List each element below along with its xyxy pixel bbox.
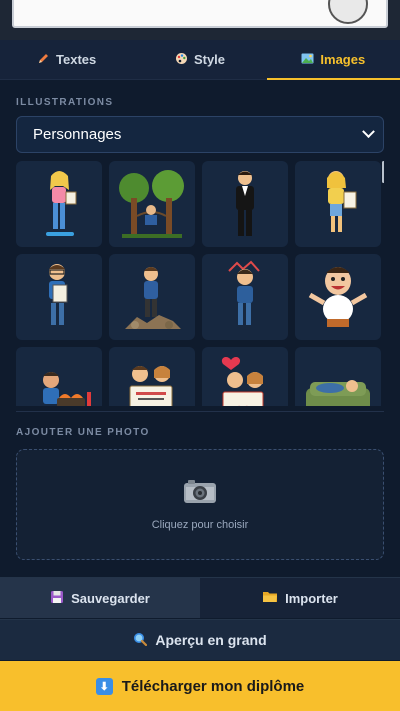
upload-hint: Cliquez pour choisir [151, 519, 249, 531]
chevron-down-icon [362, 125, 375, 139]
save-import-bar: Sauvegarder Importer [0, 577, 400, 618]
tab-textes-label: Textes [56, 52, 97, 67]
tab-style-label: Style [193, 52, 226, 67]
tab-textes[interactable]: Textes [0, 40, 133, 79]
photo-title: AJOUTER UNE PHOTO [16, 427, 150, 438]
import-button-label: Importer [285, 590, 338, 606]
illustration-grid[interactable] [16, 161, 384, 406]
save-button-label: Sauvegarder [71, 590, 150, 606]
illustration-item[interactable] [109, 347, 195, 406]
floppy-icon [50, 590, 64, 607]
category-select-value: Personnages [33, 126, 122, 143]
download-arrow-icon: ⬇ [95, 677, 113, 695]
tab-images-label: Images [320, 52, 366, 67]
diploma-preview-strip [0, 0, 400, 40]
pencil-icon [37, 52, 50, 68]
magnifier-icon [133, 632, 148, 649]
illustration-item[interactable] [295, 161, 381, 247]
preview-large-button[interactable]: Aperçu en grand [0, 619, 400, 660]
illustrations-title: ILLUSTRATIONS [16, 97, 114, 108]
illustration-item[interactable] [109, 254, 195, 340]
illustration-item[interactable] [16, 347, 102, 406]
import-button[interactable]: Importer [200, 578, 400, 618]
illustration-item[interactable] [16, 161, 102, 247]
download-button-label: Télécharger mon diplôme [121, 677, 305, 695]
tab-images[interactable]: Images [266, 40, 400, 80]
illustration-item[interactable] [202, 254, 288, 340]
editor-tabs: Textes Style Images [0, 40, 400, 80]
tab-style[interactable]: Style [133, 40, 266, 79]
folder-icon [262, 590, 278, 606]
illustration-item[interactable] [202, 347, 288, 406]
illustration-item[interactable] [295, 254, 381, 340]
diploma-preview-card [12, 0, 388, 28]
illustration-item[interactable] [109, 161, 195, 247]
grid-scrollbar[interactable] [382, 161, 384, 183]
category-select[interactable]: Personnages [16, 116, 384, 153]
illustration-item[interactable] [16, 254, 102, 340]
camera-icon [183, 478, 217, 509]
preview-button-label: Aperçu en grand [155, 632, 267, 648]
download-diploma-button[interactable]: ⬇ Télécharger mon diplôme [0, 661, 400, 711]
photo-upload-zone[interactable]: Cliquez pour choisir [16, 449, 384, 560]
picture-icon [301, 52, 314, 68]
illustration-item[interactable] [202, 161, 288, 247]
section-divider [16, 411, 384, 412]
save-button[interactable]: Sauvegarder [0, 578, 200, 618]
seal-icon [328, 0, 368, 24]
illustration-item[interactable] [295, 347, 381, 406]
palette-icon [175, 52, 188, 68]
